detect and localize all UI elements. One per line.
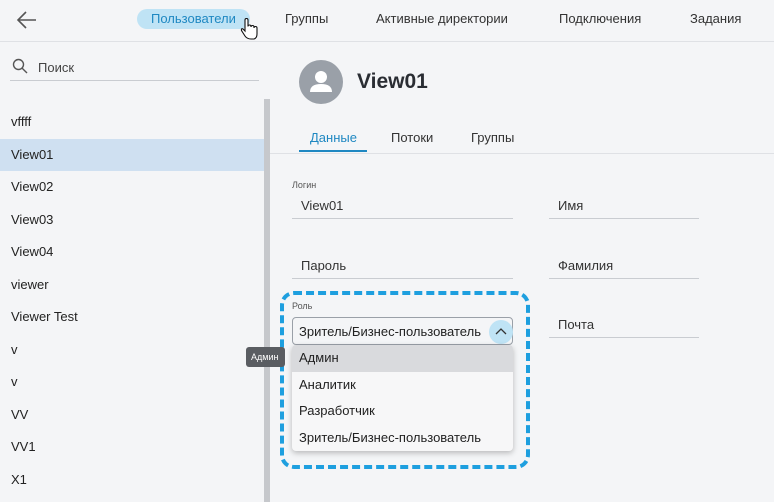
role-dropdown-menu: Админ Аналитик Разработчик Зритель/Бизне…	[292, 345, 513, 451]
role-selected-value: Зритель/Бизнес-пользователь	[299, 324, 481, 339]
top-navigation: Пользователи Группы Активные директории …	[0, 0, 774, 42]
last-name-placeholder: Фамилия	[558, 258, 614, 273]
tab-divider	[270, 153, 774, 154]
list-item[interactable]: VV	[0, 399, 264, 432]
nav-tab-active-directories[interactable]: Активные директории	[376, 9, 508, 29]
role-option-developer[interactable]: Разработчик	[292, 398, 513, 425]
list-item[interactable]: View04	[0, 236, 264, 269]
search-icon	[12, 58, 28, 74]
chevron-up-icon[interactable]	[489, 320, 513, 344]
list-item[interactable]: VV1	[0, 431, 264, 464]
user-list: vffff View01 View02 View03 View04 viewer Viewe…	[0, 106, 264, 496]
list-item[interactable]: View02	[0, 171, 264, 204]
email-field[interactable]: Почта	[549, 310, 699, 338]
tooltip: Админ	[246, 347, 285, 367]
login-field[interactable]: View01	[292, 191, 513, 219]
page-title: View01	[357, 70, 428, 93]
hand-cursor-icon	[240, 18, 258, 40]
list-item[interactable]: View01	[0, 138, 264, 171]
email-placeholder: Почта	[558, 317, 595, 332]
back-arrow-icon[interactable]	[14, 8, 40, 32]
nav-tab-tasks[interactable]: Задания	[690, 9, 741, 29]
avatar	[299, 60, 343, 104]
role-option-viewer-business-user[interactable]: Зритель/Бизнес-пользователь	[292, 425, 513, 452]
list-item[interactable]: Viewer Test	[0, 301, 264, 334]
list-item[interactable]: v	[0, 334, 264, 367]
login-label: Логин	[292, 180, 317, 190]
role-option-admin[interactable]: Админ	[292, 345, 513, 372]
tab-data[interactable]: Данные	[310, 130, 357, 145]
users-sidebar: vffffView01View02View03View04viewerViewe…	[0, 43, 270, 502]
list-item[interactable]: viewer	[0, 269, 264, 302]
search-box	[10, 55, 259, 81]
list-item[interactable]: View03	[0, 204, 264, 237]
nav-tab-connections[interactable]: Подключения	[559, 9, 641, 29]
password-field[interactable]: Пароль	[292, 251, 513, 279]
first-name-field[interactable]: Имя	[549, 191, 699, 219]
first-name-placeholder: Имя	[558, 198, 584, 213]
user-detail-panel: View01 Данные Потоки Группы Логин View01…	[270, 43, 774, 502]
login-value: View01	[301, 198, 344, 213]
role-label: Роль	[292, 301, 313, 311]
nav-tab-users[interactable]: Пользователи	[137, 9, 250, 29]
active-tab-indicator	[299, 150, 367, 152]
password-placeholder: Пароль	[301, 258, 347, 273]
tab-groups[interactable]: Группы	[471, 130, 514, 145]
list-item[interactable]: vffff	[0, 106, 264, 139]
search-input[interactable]	[38, 57, 248, 77]
tab-streams[interactable]: Потоки	[391, 130, 433, 145]
role-select[interactable]: Зритель/Бизнес-пользователь	[292, 317, 513, 345]
last-name-field[interactable]: Фамилия	[549, 251, 699, 279]
list-item[interactable]: X1	[0, 464, 264, 497]
user-avatar-icon	[310, 71, 332, 92]
nav-tab-groups[interactable]: Группы	[285, 9, 328, 29]
list-item[interactable]: v	[0, 366, 264, 399]
role-option-analyst[interactable]: Аналитик	[292, 372, 513, 399]
